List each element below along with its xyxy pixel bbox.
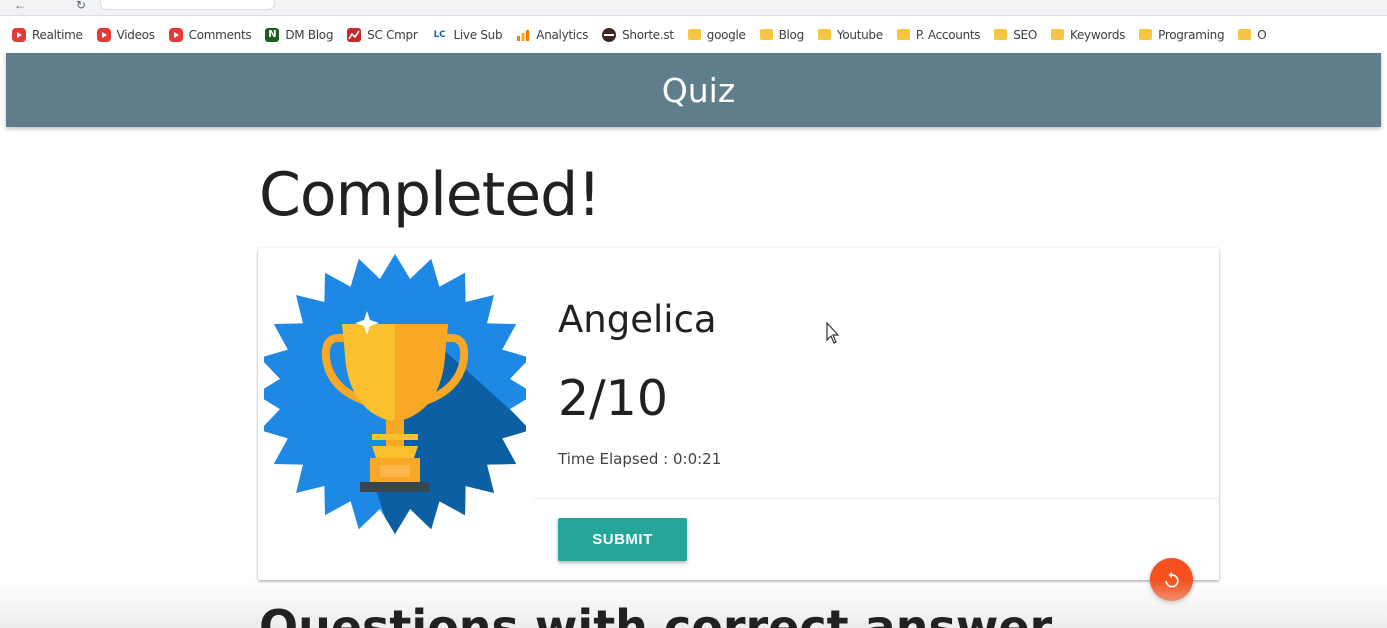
app-title: Quiz bbox=[661, 70, 736, 110]
questions-section-heading: Questions with correct answer bbox=[259, 604, 1052, 628]
trophy-badge-icon bbox=[264, 254, 526, 534]
shortest-icon bbox=[602, 27, 617, 42]
result-card: Angelica 2/10 Time Elapsed : 0:0:21 SUBM… bbox=[258, 248, 1219, 580]
youtube-icon bbox=[96, 27, 111, 42]
bookmark-label: SC Cmpr bbox=[367, 27, 418, 42]
bookmark-item[interactable]: P. Accounts bbox=[896, 27, 981, 42]
bookmark-item[interactable]: SC Cmpr bbox=[347, 27, 418, 42]
bookmark-label: Programing bbox=[1158, 27, 1225, 42]
folder-icon bbox=[759, 29, 773, 40]
bookmark-item[interactable]: google bbox=[687, 27, 746, 42]
time-elapsed: Time Elapsed : 0:0:21 bbox=[558, 450, 722, 468]
folder-icon bbox=[1139, 29, 1153, 40]
bookmark-label: Videos bbox=[116, 27, 155, 42]
bookmark-item[interactable]: Blog bbox=[759, 27, 805, 42]
submit-button[interactable]: SUBMIT bbox=[558, 518, 687, 561]
bookmark-label: Comments bbox=[188, 27, 252, 42]
bookmark-label: Keywords bbox=[1069, 27, 1126, 42]
user-name: Angelica bbox=[558, 298, 717, 341]
bookmark-label: O bbox=[1257, 27, 1267, 42]
bookmark-label: Blog bbox=[778, 27, 805, 42]
bookmark-item[interactable]: SEO bbox=[994, 28, 1037, 42]
sc-icon bbox=[347, 27, 362, 42]
dm-blog-icon: N bbox=[265, 27, 280, 42]
bookmark-item[interactable]: LC Live Sub bbox=[432, 28, 503, 42]
youtube-icon bbox=[168, 27, 183, 42]
bookmark-label: Shorte.st bbox=[622, 27, 674, 42]
bookmark-label: SEO bbox=[1013, 27, 1037, 42]
folder-icon bbox=[817, 29, 831, 40]
folder-icon bbox=[994, 29, 1008, 40]
bookmark-item[interactable]: Comments bbox=[168, 27, 252, 42]
bookmark-item[interactable]: Analytics bbox=[516, 28, 588, 42]
bookmark-label: Youtube bbox=[836, 27, 883, 42]
bookmark-item[interactable]: Youtube bbox=[817, 27, 883, 42]
bookmark-item[interactable]: Programing bbox=[1139, 27, 1225, 42]
reload-icon[interactable]: ↻ bbox=[76, 0, 86, 12]
bookmark-label: Analytics bbox=[536, 27, 589, 42]
folder-icon bbox=[687, 29, 701, 40]
address-bar[interactable] bbox=[100, 0, 275, 10]
browser-tab-strip: ← ↻ bbox=[0, 0, 1387, 16]
bookmark-label: DM Blog bbox=[285, 27, 334, 42]
mouse-cursor-icon bbox=[826, 322, 840, 344]
card-divider bbox=[534, 498, 1219, 499]
bookmark-label: P. Accounts bbox=[915, 27, 981, 42]
youtube-icon bbox=[12, 27, 26, 42]
lc-icon: LC bbox=[433, 29, 446, 40]
score-value: 2/10 bbox=[558, 370, 669, 427]
bookmark-label: Realtime bbox=[32, 27, 83, 42]
folder-icon bbox=[896, 29, 910, 40]
analytics-icon bbox=[516, 28, 530, 42]
bookmark-item[interactable]: Realtime bbox=[12, 27, 83, 42]
bookmark-item[interactable]: O bbox=[1238, 27, 1267, 42]
bookmark-item[interactable]: Videos bbox=[96, 27, 155, 42]
bookmarks-bar: Realtime Videos Comments N DM Blog SC Cmpr LC L… bbox=[0, 17, 1387, 52]
app-header: Quiz bbox=[6, 53, 1381, 127]
folder-icon bbox=[1050, 29, 1064, 40]
bookmark-label: google bbox=[706, 27, 746, 42]
back-icon[interactable]: ← bbox=[14, 0, 26, 12]
folder-icon bbox=[1238, 29, 1252, 40]
bookmark-label: Live Sub bbox=[453, 27, 503, 42]
bookmark-item[interactable]: Shorte.st bbox=[602, 27, 674, 42]
bookmark-item[interactable]: Keywords bbox=[1050, 27, 1126, 42]
bookmark-item[interactable]: N DM Blog bbox=[265, 27, 334, 42]
completed-heading: Completed! bbox=[259, 160, 601, 230]
